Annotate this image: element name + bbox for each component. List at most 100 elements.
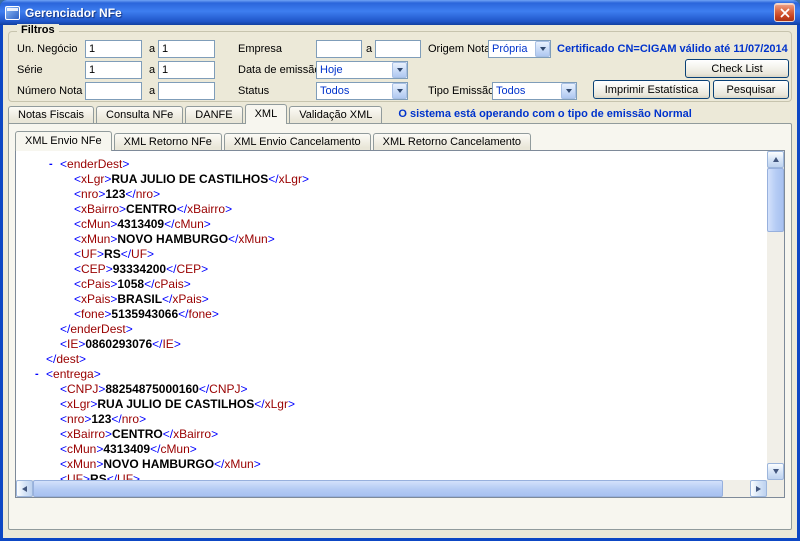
xml-line: <nro>123</nro> <box>16 187 767 202</box>
xml-line: <xPais>BRASIL</xPais> <box>16 292 767 307</box>
data-emissao-dropdown-button[interactable] <box>392 62 407 78</box>
xml-line: -<enderDest> <box>16 157 767 172</box>
numero-nota-to-input[interactable] <box>158 82 215 100</box>
titlebar[interactable]: Gerenciador NFe <box>0 0 800 25</box>
filters-group: Filtros Un. Negócio a Empresa a Origem N… <box>8 31 792 102</box>
status-value: Todos <box>317 85 392 97</box>
xml-line: <UF>RS</UF> <box>16 472 767 480</box>
chevron-down-icon <box>540 47 546 51</box>
xml-line: <CEP>93334200</CEP> <box>16 262 767 277</box>
data-emissao-select[interactable]: Hoje <box>316 61 408 79</box>
scroll-up-button[interactable] <box>767 151 784 168</box>
status-dropdown-button[interactable] <box>392 83 407 99</box>
filters-group-label: Filtros <box>17 24 59 36</box>
empresa-from-input[interactable] <box>316 40 362 58</box>
xml-line: -<entrega> <box>16 367 767 382</box>
status-select[interactable]: Todos <box>316 82 408 100</box>
origem-nota-label: Origem Nota <box>428 40 490 58</box>
arrow-right-icon <box>756 486 761 492</box>
xml-line: </dest> <box>16 352 767 367</box>
chevron-down-icon <box>397 68 403 72</box>
un-negocio-to-input[interactable] <box>158 40 215 58</box>
serie-range-separator: a <box>149 61 155 79</box>
scroll-down-button[interactable] <box>767 463 784 480</box>
xml-line: <xMun>NOVO HAMBURGO</xMun> <box>16 457 767 472</box>
chevron-down-icon <box>566 89 572 93</box>
xml-line: <xBairro>CENTRO</xBairro> <box>16 202 767 217</box>
tab-valida-o-xml[interactable]: Validação XML <box>289 106 382 123</box>
empresa-label: Empresa <box>238 40 282 58</box>
xml-line: <cPais>1058</cPais> <box>16 277 767 292</box>
xml-line: <xMun>NOVO HAMBURGO</xMun> <box>16 232 767 247</box>
imprimir-estatistica-button[interactable]: Imprimir Estatística <box>593 80 710 99</box>
pesquisar-button[interactable]: Pesquisar <box>713 80 789 99</box>
xml-tab-xml-envio-cancelamento[interactable]: XML Envio Cancelamento <box>224 133 371 150</box>
tipo-emissao-label: Tipo Emissão <box>428 82 494 100</box>
client-area: Filtros Un. Negócio a Empresa a Origem N… <box>3 25 797 538</box>
xml-line: <xLgr>RUA JULIO DE CASTILHOS</xLgr> <box>16 172 767 187</box>
numero-nota-label: Número Nota <box>17 82 82 100</box>
xml-line: </enderDest> <box>16 322 767 337</box>
un-negocio-label: Un. Negócio <box>17 40 78 58</box>
tab-danfe[interactable]: DANFE <box>185 106 242 123</box>
emission-status-message: O sistema está operando com o tipo de em… <box>398 108 691 120</box>
arrow-down-icon <box>773 469 779 474</box>
status-label: Status <box>238 82 269 100</box>
xml-line: <CNPJ>88254875000160</CNPJ> <box>16 382 767 397</box>
origem-nota-value: Própria <box>489 43 535 55</box>
collapse-marker[interactable]: - <box>49 157 53 172</box>
empresa-to-input[interactable] <box>375 40 421 58</box>
xml-tab-xml-retorno-cancelamento[interactable]: XML Retorno Cancelamento <box>373 133 531 150</box>
xml-line: <fone>5135943066</fone> <box>16 307 767 322</box>
window-title: Gerenciador NFe <box>25 6 774 20</box>
arrow-left-icon <box>22 486 27 492</box>
main-tab-bar: Notas FiscaisConsulta NFeDANFEXMLValidaç… <box>8 105 692 123</box>
un-negocio-range-separator: a <box>149 40 155 58</box>
xml-viewer: -<enderDest><xLgr>RUA JULIO DE CASTILHOS… <box>15 150 785 498</box>
app-icon <box>5 6 20 20</box>
tipo-emissao-dropdown-button[interactable] <box>561 83 576 99</box>
numero-nota-from-input[interactable] <box>85 82 142 100</box>
horizontal-scroll-thumb[interactable] <box>33 480 723 497</box>
scroll-left-button[interactable] <box>16 480 33 497</box>
data-emissao-label: Data de emissão <box>238 61 321 79</box>
app-icon-bar <box>7 8 18 11</box>
tipo-emissao-value: Todos <box>493 85 561 97</box>
tipo-emissao-select[interactable]: Todos <box>492 82 577 100</box>
serie-label: Série <box>17 61 43 79</box>
serie-to-input[interactable] <box>158 61 215 79</box>
xml-line: <IE>0860293076</IE> <box>16 337 767 352</box>
scrollbar-corner <box>767 480 784 497</box>
horizontal-scrollbar[interactable] <box>16 480 767 497</box>
vertical-scroll-thumb[interactable] <box>767 168 784 232</box>
xml-line: <cMun>4313409</cMun> <box>16 217 767 232</box>
collapse-marker[interactable]: - <box>35 367 39 382</box>
tab-notas-fiscais[interactable]: Notas Fiscais <box>8 106 94 123</box>
numero-nota-range-separator: a <box>149 82 155 100</box>
vertical-scrollbar[interactable] <box>767 151 784 480</box>
close-button[interactable] <box>774 3 795 22</box>
empresa-range-separator: a <box>366 40 372 58</box>
xml-tab-xml-retorno-nfe[interactable]: XML Retorno NFe <box>114 133 222 150</box>
xml-tab-xml-envio-nfe[interactable]: XML Envio NFe <box>15 131 112 151</box>
scroll-right-button[interactable] <box>750 480 767 497</box>
close-icon <box>780 8 790 18</box>
origem-nota-dropdown-button[interactable] <box>535 41 550 57</box>
check-list-button[interactable]: Check List <box>685 59 789 78</box>
xml-tab-bar: XML Envio NFeXML Retorno NFeXML Envio Ca… <box>15 132 533 150</box>
certificate-status-text: Certificado CN=CIGAM válido até 11/07/20… <box>557 40 788 58</box>
xml-line: <xLgr>RUA JULIO DE CASTILHOS</xLgr> <box>16 397 767 412</box>
serie-from-input[interactable] <box>85 61 142 79</box>
xml-line: <cMun>4313409</cMun> <box>16 442 767 457</box>
tab-consulta-nfe[interactable]: Consulta NFe <box>96 106 183 123</box>
app-window: Gerenciador NFe Filtros Un. Negócio a Em… <box>0 0 800 541</box>
xml-line: <xBairro>CENTRO</xBairro> <box>16 427 767 442</box>
xml-line: <nro>123</nro> <box>16 412 767 427</box>
arrow-up-icon <box>773 157 779 162</box>
data-emissao-value: Hoje <box>317 64 392 76</box>
origem-nota-select[interactable]: Própria <box>488 40 551 58</box>
chevron-down-icon <box>397 89 403 93</box>
xml-tab-page: XML Envio NFeXML Retorno NFeXML Envio Ca… <box>8 123 792 530</box>
tab-xml[interactable]: XML <box>245 104 288 124</box>
un-negocio-from-input[interactable] <box>85 40 142 58</box>
